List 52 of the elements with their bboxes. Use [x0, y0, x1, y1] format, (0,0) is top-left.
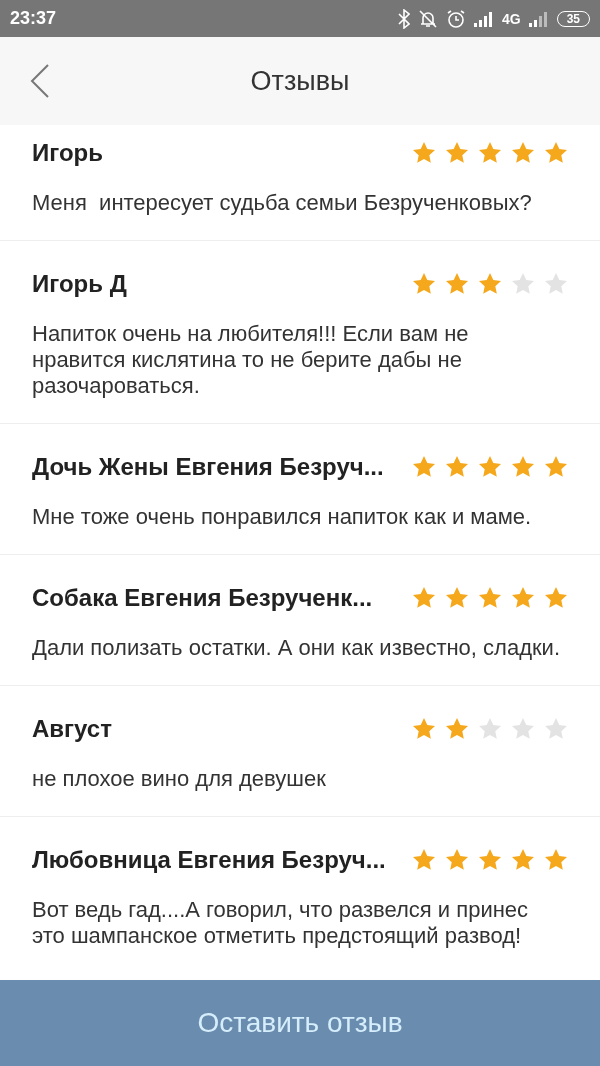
reviewer-name: Собака Евгения Безрученк... [32, 584, 373, 612]
star-icon [478, 455, 502, 479]
signal-icon [473, 10, 494, 27]
star-icon [478, 848, 502, 872]
star-icon [511, 586, 535, 610]
review-text: не плохое вино для девушек [32, 766, 327, 792]
reviewer-name: Любовница Евгения Безруч... [32, 846, 386, 874]
star-icon [412, 272, 436, 296]
review-text: Вот ведь гад....А говорил, что развелся и принес это шампанское отметить предстоящий развод! [32, 897, 530, 949]
star-icon [544, 717, 568, 741]
star-icon [412, 141, 436, 165]
star-icon [511, 141, 535, 165]
alarm-icon [445, 8, 466, 29]
star-icon [412, 455, 436, 479]
star-icon [478, 141, 502, 165]
star-icon [511, 848, 535, 872]
back-button[interactable] [28, 63, 52, 99]
leave-review-button[interactable]: Оставить отзыв [0, 980, 600, 1066]
review-text: Дали полизать остатки. А они как известно, сладки. [32, 635, 561, 661]
star-icon [478, 272, 502, 296]
signal-icon [528, 10, 549, 27]
star-icon [544, 272, 568, 296]
reviewer-name: Дочь Жены Евгения Безруч... [32, 453, 384, 481]
star-icon [445, 455, 469, 479]
star-icon [511, 455, 535, 479]
reviewer-name: Август [32, 715, 112, 743]
star-icon [445, 848, 469, 872]
star-icon [445, 272, 469, 296]
review-text: Меня интересует судьба семьи Безрученковых? [32, 190, 533, 216]
reviewer-name: Игорь [32, 139, 103, 167]
bluetooth-icon [397, 8, 410, 29]
muted-bell-icon [417, 8, 438, 29]
review-text: Мне тоже очень понравился напиток как и маме. [32, 504, 533, 530]
star-icon [511, 272, 535, 296]
star-icon [544, 455, 568, 479]
status-time: 23:37 [10, 8, 57, 29]
star-icon [478, 717, 502, 741]
star-icon [544, 141, 568, 165]
star-icon [412, 717, 436, 741]
page-title: Отзывы [249, 65, 351, 97]
star-icon [478, 586, 502, 610]
review-text: Напиток очень на любителя!!! Если вам не нравится кислятина то не берите дабы не разочароваться. [32, 321, 470, 399]
star-icon [445, 586, 469, 610]
star-icon [511, 717, 535, 741]
star-icon [544, 848, 568, 872]
star-icon [412, 848, 436, 872]
star-icon [445, 717, 469, 741]
network-label: 4G [501, 10, 521, 27]
star-icon [445, 141, 469, 165]
reviewer-name: Игорь Д [32, 270, 127, 298]
star-icon [412, 586, 436, 610]
star-icon [544, 586, 568, 610]
